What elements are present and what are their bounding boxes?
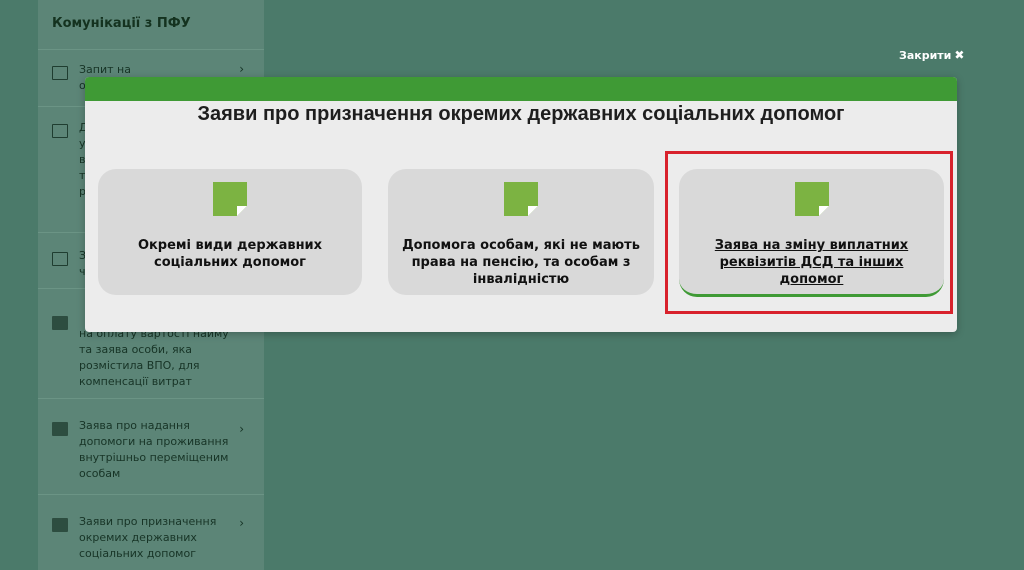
chevron-right-icon: › bbox=[239, 422, 244, 436]
sidebar-item[interactable]: Заява про надання допомоги на проживання… bbox=[38, 418, 264, 495]
document-icon bbox=[213, 182, 247, 216]
sidebar-title: Комунікації з ПФУ bbox=[38, 0, 264, 50]
document-icon bbox=[504, 182, 538, 216]
card-assistance-no-pension[interactable]: Допомога особам, які не мають права на п… bbox=[388, 169, 654, 295]
sidebar-item-label: Заяви про призначення окремих державних … bbox=[79, 515, 217, 560]
chevron-right-icon: › bbox=[239, 62, 244, 76]
card-label: Окремі види державних соціальних допомог bbox=[137, 238, 323, 270]
checkbox-icon bbox=[52, 66, 68, 80]
close-button[interactable]: Закрити ✖ bbox=[899, 48, 964, 62]
folder-icon bbox=[52, 316, 68, 330]
close-label: Закрити bbox=[899, 49, 952, 62]
modal-title: Заяви про призначення окремих державних … bbox=[197, 103, 845, 125]
envelope-icon bbox=[52, 124, 68, 138]
sidebar-item-label: Заява про надання допомоги на проживання… bbox=[79, 419, 229, 480]
folder-icon bbox=[52, 518, 68, 532]
highlight-box bbox=[665, 151, 953, 314]
chevron-right-icon: › bbox=[239, 516, 244, 530]
modal-header-bar bbox=[85, 77, 957, 101]
sidebar-item-label: на оплату вартості найму та заява особи,… bbox=[79, 327, 229, 388]
card-label: Допомога особам, які не мають права на п… bbox=[402, 238, 640, 287]
envelope-icon bbox=[52, 252, 68, 266]
folder-icon bbox=[52, 422, 68, 436]
sidebar-item[interactable]: Заяви про призначення окремих державних … bbox=[38, 514, 264, 570]
card-separate-social-assistance[interactable]: Окремі види державних соціальних допомог bbox=[98, 169, 362, 295]
close-icon: ✖ bbox=[954, 48, 965, 62]
